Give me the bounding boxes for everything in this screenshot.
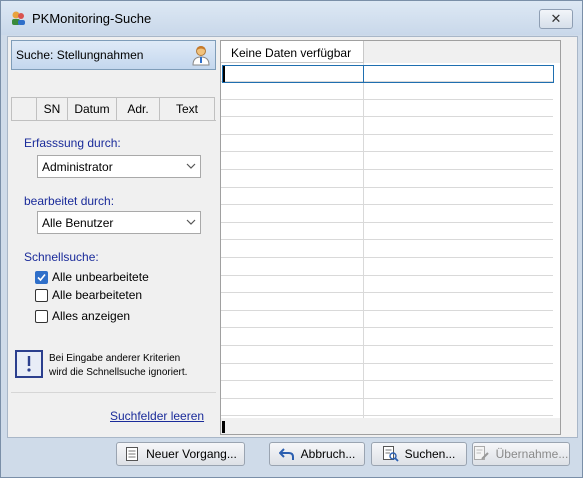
document-icon <box>124 446 140 462</box>
quick-option-edited-label: Alle bearbeiteten <box>52 288 143 302</box>
grid-column-header[interactable]: Keine Daten verfügbar <box>221 41 364 63</box>
grid-header-text: Keine Daten verfügbar <box>231 46 352 60</box>
grid-row-line <box>221 239 553 240</box>
accept-document-icon <box>473 446 490 462</box>
cancel-label: Abbruch... <box>300 447 356 461</box>
title-bar: PKMonitoring-Suche ✕ <box>1 1 582 35</box>
chevron-down-icon <box>183 214 198 229</box>
quick-option-all[interactable]: Alles anzeigen <box>35 308 130 324</box>
grid-row-line <box>221 345 553 346</box>
results-grid[interactable]: Keine Daten verfügbar <box>220 40 561 435</box>
new-case-button[interactable]: Neuer Vorgang... <box>116 442 245 466</box>
search-tabs: SN Datum Adr. Text <box>11 97 216 121</box>
grid-row-line <box>221 292 553 293</box>
grid-row-line <box>221 204 553 205</box>
selected-row[interactable] <box>222 65 554 83</box>
quick-option-unedited[interactable]: Alle unbearbeitete <box>35 269 149 285</box>
search-panel-title: Suche: Stellungnahmen <box>16 48 144 62</box>
grid-row-line <box>221 310 553 311</box>
tab-datum[interactable]: Datum <box>67 97 117 120</box>
tab-panel-border <box>11 120 216 121</box>
info-icon <box>15 350 43 378</box>
grid-row-line <box>221 380 553 381</box>
grid-row-line <box>221 327 553 328</box>
grid-row-line <box>221 275 553 276</box>
app-icon <box>12 11 25 25</box>
new-case-label: Neuer Vorgang... <box>146 447 237 461</box>
grid-row-line <box>221 99 553 100</box>
grid-footer <box>221 418 560 434</box>
checkbox[interactable] <box>35 309 48 323</box>
search-hint: Bei Eingabe anderer Kriterien wird die S… <box>11 346 216 390</box>
grid-row-line <box>221 257 553 258</box>
tab-sn-label: SN <box>43 102 61 116</box>
user-icon <box>192 46 210 66</box>
quick-search-label: Schnellsuche: <box>24 250 99 264</box>
edited-by-value: Alle Benutzer <box>42 216 114 230</box>
edited-by-label: bearbeitet durch: <box>24 194 115 208</box>
grid-row-line <box>221 363 553 364</box>
checkbox-checked[interactable] <box>35 270 48 284</box>
tab-text[interactable]: Text <box>159 97 215 120</box>
created-by-value: Administrator <box>42 160 113 174</box>
tab-adr-label: Adr. <box>127 102 149 116</box>
cell-cursor <box>223 66 225 82</box>
footer-cursor <box>222 421 225 433</box>
window-title: PKMonitoring-Suche <box>32 11 152 26</box>
grid-row-line <box>221 222 553 223</box>
search-window: PKMonitoring-Suche ✕ Suche: Stellungnahm… <box>0 0 583 478</box>
search-panel-header: Suche: Stellungnahmen <box>11 40 216 70</box>
grid-row-line <box>221 134 553 135</box>
search-panel: Suche: Stellungnahmen SN Datum Adr. Text… <box>11 40 216 432</box>
tab-blank <box>11 97 38 120</box>
grid-column-divider <box>363 63 364 418</box>
grid-row-line <box>221 398 553 399</box>
hint-line-2: wird die Schnellsuche ignoriert. <box>49 367 188 378</box>
checkbox[interactable] <box>35 288 48 302</box>
tab-sn[interactable]: SN <box>36 97 68 120</box>
grid-row-line <box>221 187 553 188</box>
quick-option-all-label: Alles anzeigen <box>52 309 131 323</box>
client-area: Suche: Stellungnahmen SN Datum Adr. Text… <box>7 36 578 438</box>
close-icon: ✕ <box>550 11 562 26</box>
grid-row-line <box>221 151 553 152</box>
selected-cell-divider <box>363 66 364 82</box>
created-by-label: Erfasssung durch: <box>24 136 121 150</box>
quick-option-edited[interactable]: Alle bearbeiteten <box>35 287 142 303</box>
grid-row-line <box>221 415 553 416</box>
grid-row-line <box>221 116 553 117</box>
tab-datum-label: Datum <box>74 102 110 116</box>
grid-header-empty <box>364 41 560 63</box>
clear-search-fields-link[interactable]: Suchfelder leeren <box>110 409 204 423</box>
hint-text: Bei Eingabe anderer Kriterien wird die S… <box>49 352 187 380</box>
accept-label: Übernahme... <box>495 447 569 461</box>
undo-icon <box>278 446 295 462</box>
search-button[interactable]: Suchen... <box>371 442 467 466</box>
search-label: Suchen... <box>404 447 456 461</box>
divider <box>11 392 216 393</box>
cancel-button[interactable]: Abbruch... <box>269 442 365 466</box>
created-by-select[interactable]: Administrator <box>37 155 201 178</box>
quick-option-unedited-label: Alle unbearbeitete <box>52 270 149 284</box>
tab-text-label: Text <box>175 102 198 116</box>
tab-adr[interactable]: Adr. <box>116 97 160 120</box>
grid-row-line <box>221 169 553 170</box>
chevron-down-icon <box>183 158 198 173</box>
close-button[interactable]: ✕ <box>539 9 573 29</box>
hint-line-1: Bei Eingabe anderer Kriterien <box>49 353 181 364</box>
edited-by-select[interactable]: Alle Benutzer <box>37 211 201 234</box>
search-document-icon <box>382 446 399 462</box>
accept-button[interactable]: Übernahme... <box>472 442 570 466</box>
